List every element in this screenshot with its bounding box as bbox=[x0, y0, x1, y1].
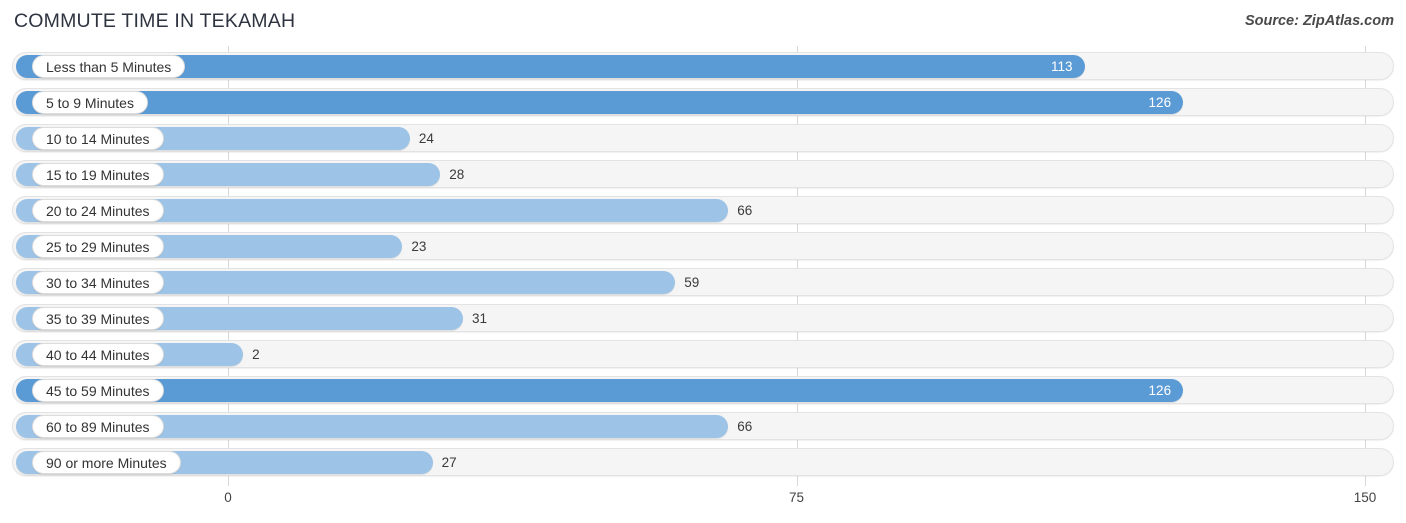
source-attribution: Source: ZipAtlas.com bbox=[1244, 13, 1394, 29]
bar-value-label: 113 bbox=[1051, 59, 1073, 74]
bar-value-label: 66 bbox=[737, 419, 753, 434]
bar-value-label: 126 bbox=[1148, 95, 1172, 110]
bar-value-label: 23 bbox=[411, 239, 427, 254]
page-title: COMMUTE TIME IN TEKAMAH bbox=[14, 10, 296, 32]
bar-category-label: 15 to 19 Minutes bbox=[32, 163, 164, 186]
bar-row[interactable]: 28 15 to 19 Minutes bbox=[12, 160, 1394, 188]
x-axis: 0 75 150 bbox=[0, 486, 1406, 523]
x-axis-tick-label: 150 bbox=[1353, 490, 1377, 505]
bar-row[interactable]: 66 20 to 24 Minutes bbox=[12, 196, 1394, 224]
bar-category-label: 25 to 29 Minutes bbox=[32, 235, 164, 258]
bar-value-label: 66 bbox=[737, 203, 753, 218]
x-axis-tick-label: 0 bbox=[224, 490, 232, 505]
bar-row[interactable]: 27 90 or more Minutes bbox=[12, 448, 1394, 476]
bar-value-label: 28 bbox=[449, 167, 465, 182]
bar-row[interactable]: 2 40 to 44 Minutes bbox=[12, 340, 1394, 368]
bar-row[interactable]: 31 35 to 39 Minutes bbox=[12, 304, 1394, 332]
bar-rows: 113 Less than 5 Minutes 126 5 to 9 Minutes 2… bbox=[0, 46, 1406, 486]
bar-category-label: 5 to 9 Minutes bbox=[32, 91, 148, 114]
chart-plot-area: 113 Less than 5 Minutes 126 5 to 9 Minutes 2… bbox=[0, 46, 1406, 486]
bar-category-label: 30 to 34 Minutes bbox=[32, 271, 164, 294]
bar-row[interactable]: 59 30 to 34 Minutes bbox=[12, 268, 1394, 296]
bar-row[interactable]: 113 Less than 5 Minutes bbox=[12, 52, 1394, 80]
x-axis-tick-label: 75 bbox=[788, 490, 805, 505]
bar-row[interactable]: 23 25 to 29 Minutes bbox=[12, 232, 1394, 260]
bar-value-label: 126 bbox=[1148, 383, 1172, 398]
bar-value-label: 2 bbox=[252, 347, 260, 362]
bar-row[interactable]: 126 45 to 59 Minutes bbox=[12, 376, 1394, 404]
bar-fill[interactable]: 126 bbox=[16, 379, 1184, 402]
bar-value-label: 27 bbox=[441, 455, 457, 470]
bar-category-label: 90 or more Minutes bbox=[32, 451, 181, 474]
bar-fill[interactable]: 126 bbox=[16, 91, 1184, 114]
bar-value-label: 59 bbox=[684, 275, 700, 290]
bar-category-label: 20 to 24 Minutes bbox=[32, 199, 164, 222]
bar-category-label: 60 to 89 Minutes bbox=[32, 415, 164, 438]
bar-category-label: 45 to 59 Minutes bbox=[32, 379, 164, 402]
bar-value-label: 24 bbox=[418, 131, 434, 146]
bar-category-label: 35 to 39 Minutes bbox=[32, 307, 164, 330]
bar-category-label: 10 to 14 Minutes bbox=[32, 127, 164, 150]
bar-category-label: 40 to 44 Minutes bbox=[32, 343, 164, 366]
bar-row[interactable]: 126 5 to 9 Minutes bbox=[12, 88, 1394, 116]
bar-row[interactable]: 24 10 to 14 Minutes bbox=[12, 124, 1394, 152]
bar-row[interactable]: 66 60 to 89 Minutes bbox=[12, 412, 1394, 440]
bar-value-label: 31 bbox=[471, 311, 487, 326]
bar-category-label: Less than 5 Minutes bbox=[32, 55, 186, 78]
chart-header: COMMUTE TIME IN TEKAMAH Source: ZipAtlas… bbox=[0, 0, 1406, 46]
